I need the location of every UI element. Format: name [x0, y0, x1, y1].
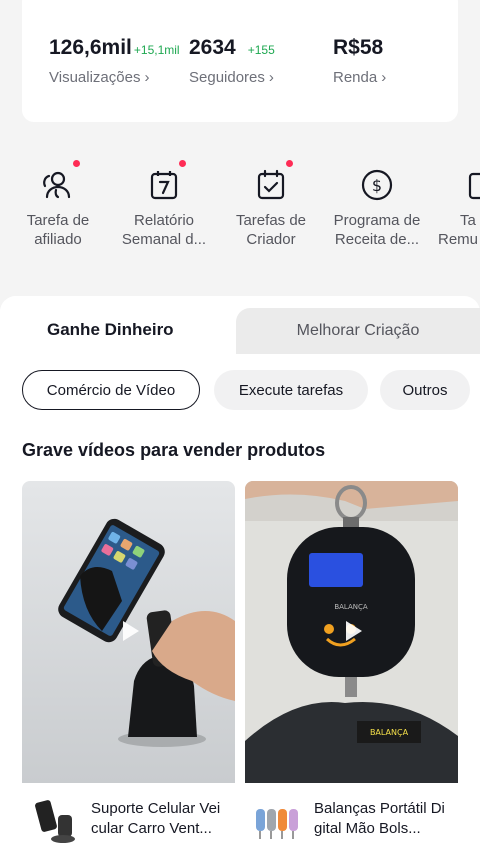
affiliate-users-icon: [41, 160, 80, 202]
views-stat[interactable]: 126,6mil +15,1mil Visualizações ›: [49, 36, 180, 86]
svg-text:BALANÇA: BALANÇA: [334, 603, 368, 611]
product-name: Balanças Portátil Digital Mão Bols...: [314, 800, 445, 837]
shortcut-label-line2: Semanal d...: [121, 231, 207, 248]
views-label: Visualizações ›: [49, 69, 150, 86]
shortcut-label-line1: Relatório: [133, 212, 195, 229]
followers-stat[interactable]: 2634 +155 Seguidores ›: [189, 36, 275, 86]
product-image: [30, 795, 80, 845]
shortcut-label-line1: Programa de: [333, 212, 421, 229]
svg-text:$: $: [372, 176, 382, 195]
chip-video-commerce[interactable]: Comércio de Vídeo: [22, 370, 200, 410]
shortcut-row: Tarefa de afiliado Relatório Semanal d..…: [0, 160, 480, 260]
followers-delta: +155: [247, 43, 275, 57]
calendar-7-icon: [147, 160, 186, 202]
views-value: 126,6mil: [49, 36, 132, 59]
shortcut-label-line2: Receita de...: [334, 231, 420, 248]
shortcut-label-line1: Tarefa de: [26, 212, 90, 229]
section-title: Grave vídeos para vender produtos: [22, 440, 326, 460]
product-name: Suporte Celular Veicular Carro Vent...: [91, 800, 221, 837]
svg-text:BALANÇA: BALANÇA: [370, 728, 409, 737]
chip-others[interactable]: Outros: [380, 370, 470, 410]
chip-do-tasks[interactable]: Execute tarefas: [214, 370, 368, 410]
video-thumbnail[interactable]: [22, 481, 235, 783]
tab-label: Melhorar Criação: [296, 322, 420, 339]
followers-label: Seguidores ›: [189, 69, 274, 86]
shortcut-label-line2: afiliado: [34, 231, 82, 248]
income-value: R$58: [333, 36, 384, 59]
chip-label: Execute tarefas: [238, 381, 344, 399]
shortcut-label-line2: Criador: [246, 231, 296, 248]
chip-label: Comércio de Vídeo: [46, 381, 176, 399]
tab-label: Ganhe Dinheiro: [47, 320, 174, 339]
chevron-right-icon: ›: [381, 69, 387, 86]
shortcut-creator-tasks[interactable]: Tarefas de Criador: [216, 160, 326, 249]
product-card[interactable]: BALANÇA BALANÇA Balanças Portátil Digita…: [245, 481, 458, 854]
shortcut-label-line1: Tarefas de: [235, 212, 307, 229]
product-image: [253, 795, 303, 845]
shortcut-revenue-program[interactable]: $ Programa de Receita de...: [322, 160, 432, 249]
product-info[interactable]: Suporte Celular Veicular Carro Vent...: [22, 783, 235, 854]
notification-dot: [73, 160, 80, 167]
tab-improve-creation[interactable]: Melhorar Criação: [236, 308, 480, 354]
stats-card: 126,6mil +15,1mil Visualizações › 2634 +1…: [22, 0, 458, 122]
notification-dot: [286, 160, 293, 167]
chip-label: Outros: [402, 381, 448, 399]
shortcut-partial[interactable]: Ta Remu: [438, 160, 480, 249]
views-delta: +15,1mil: [133, 43, 180, 57]
calendar-check-icon: [254, 160, 293, 202]
shortcut-affiliate-task[interactable]: Tarefa de afiliado: [3, 160, 113, 249]
tab-earn-money[interactable]: Ganhe Dinheiro: [0, 296, 236, 356]
income-stat[interactable]: R$58 Renda ›: [333, 36, 386, 86]
chevron-right-icon: ›: [268, 69, 274, 86]
income-label: Renda ›: [333, 69, 387, 86]
dollar-coin-icon: $: [360, 168, 394, 202]
shortcut-label-line1: Ta: [460, 212, 476, 229]
product-card[interactable]: Suporte Celular Veicular Carro Vent...: [22, 481, 235, 854]
partial-item-icon: [462, 168, 480, 202]
product-info[interactable]: Balanças Portátil Digital Mão Bols...: [245, 783, 458, 854]
followers-value: 2634: [189, 36, 236, 59]
video-thumbnail[interactable]: BALANÇA BALANÇA: [245, 481, 458, 783]
chevron-right-icon: ›: [144, 69, 150, 86]
shortcut-weekly-report[interactable]: Relatório Semanal d...: [109, 160, 219, 249]
notification-dot: [179, 160, 186, 167]
shortcut-label-line2: Remu: [438, 231, 479, 248]
